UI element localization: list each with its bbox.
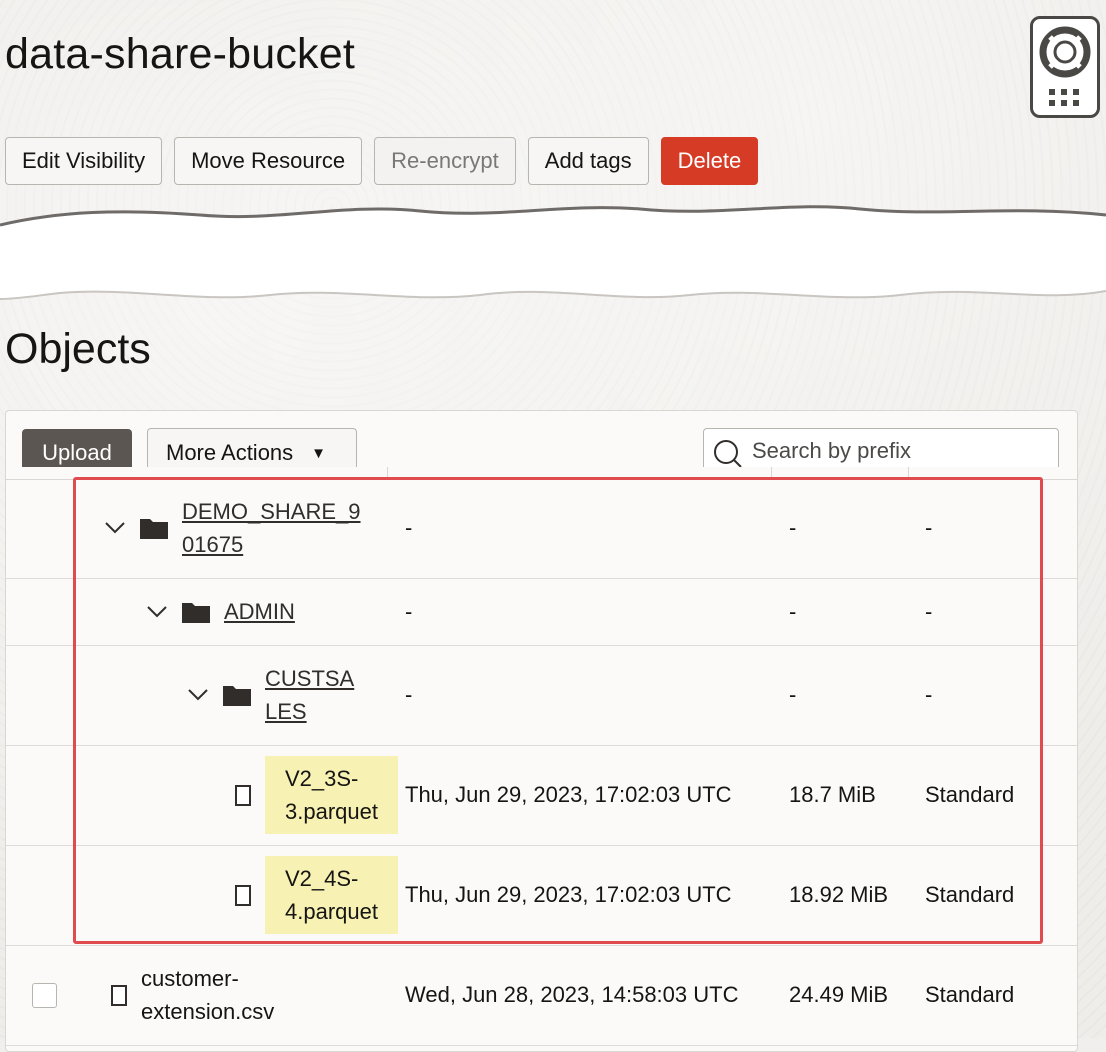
file-icon	[235, 784, 251, 806]
search-icon	[714, 440, 742, 468]
name-cell: DEMO_SHARE_9 01675	[104, 478, 361, 578]
size-cell: -	[789, 515, 797, 540]
caret-down-icon: ▼	[311, 444, 327, 462]
table-row[interactable]: V2_3S- 3.parquet Thu, Jun 29, 2023, 17:02…	[6, 745, 1077, 846]
search-input[interactable]	[750, 435, 1044, 467]
folder-link[interactable]: CUSTSA LES	[265, 662, 354, 728]
name-line-2: LES	[265, 699, 307, 724]
more-actions-button[interactable]: More Actions ▼	[147, 428, 357, 468]
chevron-down-icon[interactable]	[187, 688, 209, 702]
name-cell: customer-extension.csv	[111, 945, 274, 1045]
tier-cell: Standard	[925, 782, 1015, 807]
folder-icon	[182, 602, 210, 623]
torn-paper-divider	[0, 205, 1106, 300]
tier-cell: Standard	[925, 882, 1015, 907]
tier-cell: -	[925, 682, 933, 707]
folder-icon	[223, 686, 251, 706]
objects-panel: Upload More Actions ▼ DEMO_SHARE_9 01675 -…	[5, 410, 1078, 1052]
objects-section-title: Objects	[5, 325, 151, 373]
modified-cell: -	[405, 598, 413, 624]
help-widget[interactable]	[1030, 16, 1100, 118]
name-line-1: V2_3S-	[285, 766, 359, 791]
tier-cell: -	[925, 515, 933, 540]
highlighted-file-name[interactable]: V2_4S- 4.parquet	[265, 856, 398, 934]
name-line-2: 4.parquet	[285, 899, 378, 924]
name-line-1: V2_4S-	[285, 866, 359, 891]
name-line-2: extension.csv	[141, 999, 275, 1024]
search-box	[703, 428, 1059, 468]
modified-cell: Thu, Jun 29, 2023, 17:02:03 UTC	[405, 782, 732, 807]
table-row[interactable]: DEMO_SHARE_9 01675 - - -	[6, 478, 1077, 579]
table-row[interactable]: V2_4S- 4.parquet Thu, Jun 29, 2023, 17:02…	[6, 845, 1077, 946]
name-cell: ADMIN	[146, 578, 295, 645]
delete-button[interactable]: Delete	[660, 137, 759, 185]
file-name[interactable]: customer-extension.csv	[141, 962, 274, 1028]
size-cell: -	[789, 682, 797, 707]
move-resource-button[interactable]: Move Resource	[174, 137, 363, 185]
bucket-actions-toolbar: Edit Visibility Move Resource Re-encrypt…	[5, 137, 759, 185]
name-line-2: 3.parquet	[285, 799, 378, 824]
folder-icon	[140, 519, 168, 539]
name-cell: V2_3S- 3.parquet	[235, 745, 398, 845]
size-cell: 18.7 MiB	[789, 782, 876, 807]
folder-link[interactable]: ADMIN	[224, 595, 295, 628]
row-checkbox[interactable]	[32, 982, 57, 1008]
chevron-down-icon[interactable]	[104, 521, 126, 535]
apps-grid-icon[interactable]	[1047, 87, 1087, 111]
modified-cell: Wed, Jun 28, 2023, 14:58:03 UTC	[405, 982, 739, 1007]
name-line-2: 01675	[182, 532, 244, 557]
modified-cell: Thu, Jun 29, 2023, 17:02:03 UTC	[405, 882, 732, 907]
size-cell: 18.92 MiB	[789, 882, 889, 907]
upload-button[interactable]: Upload	[22, 429, 132, 469]
highlighted-file-name[interactable]: V2_3S- 3.parquet	[265, 756, 398, 834]
page-title: data-share-bucket	[5, 30, 355, 78]
file-icon	[111, 984, 127, 1006]
name-line-1: CUSTSA	[265, 666, 355, 691]
table-row[interactable]: ADMIN - - -	[6, 578, 1077, 646]
tier-cell: Standard	[925, 982, 1015, 1007]
tier-cell: -	[925, 598, 933, 624]
modified-cell: -	[405, 682, 413, 707]
modified-cell: -	[405, 515, 413, 540]
table-row[interactable]: CUSTSA LES - - -	[6, 645, 1077, 746]
more-actions-label: More Actions	[166, 439, 294, 465]
add-tags-button[interactable]: Add tags	[527, 137, 649, 185]
name-cell: V2_4S- 4.parquet	[235, 845, 398, 945]
name-line-1: customer-	[141, 966, 239, 991]
select-cell	[32, 945, 57, 1045]
name-line-1: DEMO_SHARE_9	[182, 499, 361, 524]
chevron-down-icon[interactable]	[146, 605, 168, 619]
table-row[interactable]: customer-extension.csv Wed, Jun 28, 2023…	[6, 945, 1077, 1046]
size-cell: 24.49 MiB	[789, 982, 889, 1007]
name-cell: CUSTSA LES	[187, 645, 354, 745]
re-encrypt-button[interactable]: Re-encrypt	[374, 137, 516, 185]
file-icon	[235, 884, 251, 906]
folder-link[interactable]: DEMO_SHARE_9 01675	[182, 495, 361, 561]
size-cell: -	[789, 598, 797, 624]
edit-visibility-button[interactable]: Edit Visibility	[5, 137, 163, 185]
